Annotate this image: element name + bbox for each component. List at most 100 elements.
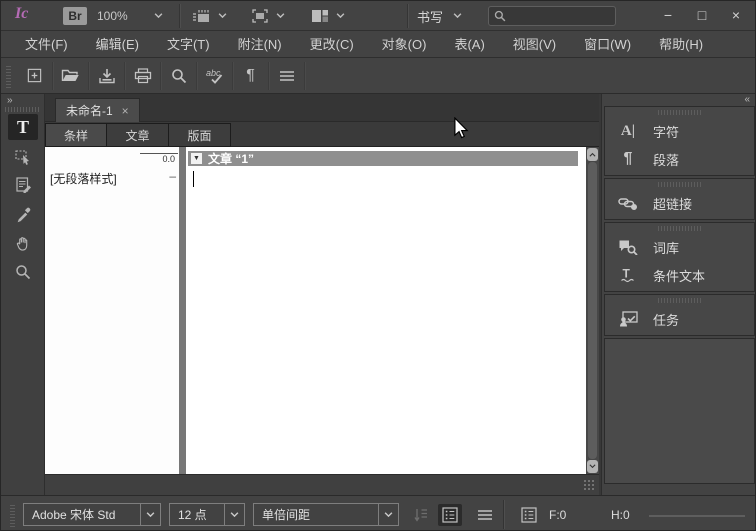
magnifier-icon [171,68,186,83]
save-button[interactable] [89,61,125,90]
panel-paragraph[interactable]: ¶ 段落 [605,145,754,173]
font-family-value: Adobe 宋体 Std [32,508,116,522]
zoom-button[interactable] [161,61,197,90]
scroll-down-button[interactable] [587,460,598,473]
spellcheck-button[interactable]: abc [197,61,233,90]
type-tool[interactable]: T [8,114,38,140]
leading-dropdown[interactable]: 单倍间距 [253,503,399,526]
chevron-down-icon [224,504,244,525]
view-options-button[interactable] [191,1,227,31]
document-tab[interactable]: 未命名-1 × [55,98,140,122]
conditional-text-icon: T [616,267,640,283]
tab-close-icon[interactable]: × [122,104,129,118]
menu-object[interactable]: 对象(O) [368,31,441,58]
chevron-up-icon [589,152,596,157]
zoom-tool[interactable] [8,259,38,285]
copyfit-info-button[interactable] [517,504,541,526]
chevron-down-icon [336,13,345,19]
note-tool[interactable] [8,172,38,198]
copyfit-f-value: F:0 [549,508,567,522]
character-icon: A| [620,122,636,139]
panel-group-grip[interactable] [657,182,702,187]
copyfit-h-value: H:0 [611,508,630,522]
panel-assignments[interactable]: 任务 [605,305,754,333]
font-size-dropdown[interactable]: 12 点 [169,503,245,526]
tools-panel-grip[interactable] [5,107,39,112]
tab-layout[interactable]: 版面 [169,123,231,147]
new-document-button[interactable] [17,61,53,90]
position-tool[interactable] [8,143,38,169]
menu-view[interactable]: 视图(V) [499,31,570,58]
document-tab-title: 未命名-1 [66,104,113,118]
font-family-dropdown[interactable]: Adobe 宋体 Std [23,503,161,526]
close-button[interactable]: × [719,1,753,29]
open-folder-icon [61,69,79,81]
menu-edit[interactable]: 编辑(E) [82,31,153,58]
menu-window[interactable]: 窗口(W) [570,31,645,58]
bottom-toolbar-grip[interactable] [10,503,15,527]
galley-text-area[interactable]: ▼ 文章 “1” [186,147,586,474]
view-options-icon [193,9,209,22]
menu-notes[interactable]: 附注(N) [224,31,296,58]
open-button[interactable] [53,61,89,90]
chevron-down-icon [140,504,160,525]
panel-character[interactable]: A| 字符 [605,117,754,145]
story-header[interactable]: ▼ 文章 “1” [188,151,578,166]
galley-info-button[interactable] [438,504,462,526]
chevron-down-icon [378,504,398,525]
resize-grip[interactable] [583,479,596,492]
hand-icon [16,236,27,251]
panel-group-grip[interactable] [657,110,702,115]
tab-galley[interactable]: 条样 [45,123,107,147]
toolbar-grip[interactable] [6,63,11,88]
titlebar: Ic Br 100% 书写 − □ × [1,1,755,31]
menu-file[interactable]: 文件(F) [11,31,82,58]
vertical-scrollbar[interactable] [586,147,599,474]
scrollbar-thumb[interactable] [588,162,597,459]
hand-tool[interactable] [8,230,38,256]
menu-changes[interactable]: 更改(C) [296,31,368,58]
menu-table[interactable]: 表(A) [440,31,498,58]
eyedropper-tool[interactable] [8,201,38,227]
note-tool-icon [16,177,31,193]
collapse-panels-icon[interactable]: « [744,94,749,105]
menu-help[interactable]: 帮助(H) [645,31,717,58]
pilcrow-icon: ¶ [246,66,255,84]
panel-label: 词库 [653,240,680,256]
toolbar-menu-button[interactable] [269,61,305,90]
menu-icon [478,510,492,520]
incopy-window: Ic Br 100% 书写 − □ × 文件(F) 编辑(E) 文字(T) 附注… [0,0,756,531]
arrange-documents-button[interactable] [311,1,345,31]
panel-group-language: 词库 T 条件文本 [604,222,755,292]
panel-thesaurus[interactable]: 词库 [605,233,754,261]
chevron-down-icon [154,13,163,19]
view-tabs: 条样 文章 版面 [45,122,599,147]
tab-story[interactable]: 文章 [107,123,169,147]
window-controls: − □ × [651,1,753,29]
column-divider[interactable] [179,147,186,474]
story-collapse-button[interactable]: ▼ [191,153,202,164]
scroll-up-button[interactable] [587,148,598,161]
print-button[interactable] [125,61,161,90]
search-icon [494,10,506,22]
panel-group-grip[interactable] [657,298,702,303]
triangle-down-icon: ▼ [193,155,200,162]
panel-hyperlinks[interactable]: 超链接 [605,189,754,217]
zoom-level-dropdown[interactable]: 100% [97,1,163,31]
bottom-menu-button[interactable] [473,504,497,526]
print-icon [134,67,151,83]
menu-type[interactable]: 文字(T) [153,31,224,58]
panel-conditional-text[interactable]: T 条件文本 [605,261,754,289]
panel-group-grip[interactable] [657,226,702,231]
search-input[interactable] [510,9,610,23]
screen-mode-button[interactable] [251,1,285,31]
expand-panel-icon[interactable]: » [7,95,12,106]
show-hidden-characters-button[interactable]: ¶ [233,61,269,90]
incopy-logo: Ic [15,5,29,22]
search-box[interactable] [488,6,616,26]
paragraph-adjust-button[interactable] [409,504,433,526]
minimize-button[interactable]: − [651,1,685,29]
bridge-button[interactable]: Br [63,7,87,25]
workspace-switcher[interactable]: 书写 [417,1,462,31]
maximize-button[interactable]: □ [685,1,719,29]
